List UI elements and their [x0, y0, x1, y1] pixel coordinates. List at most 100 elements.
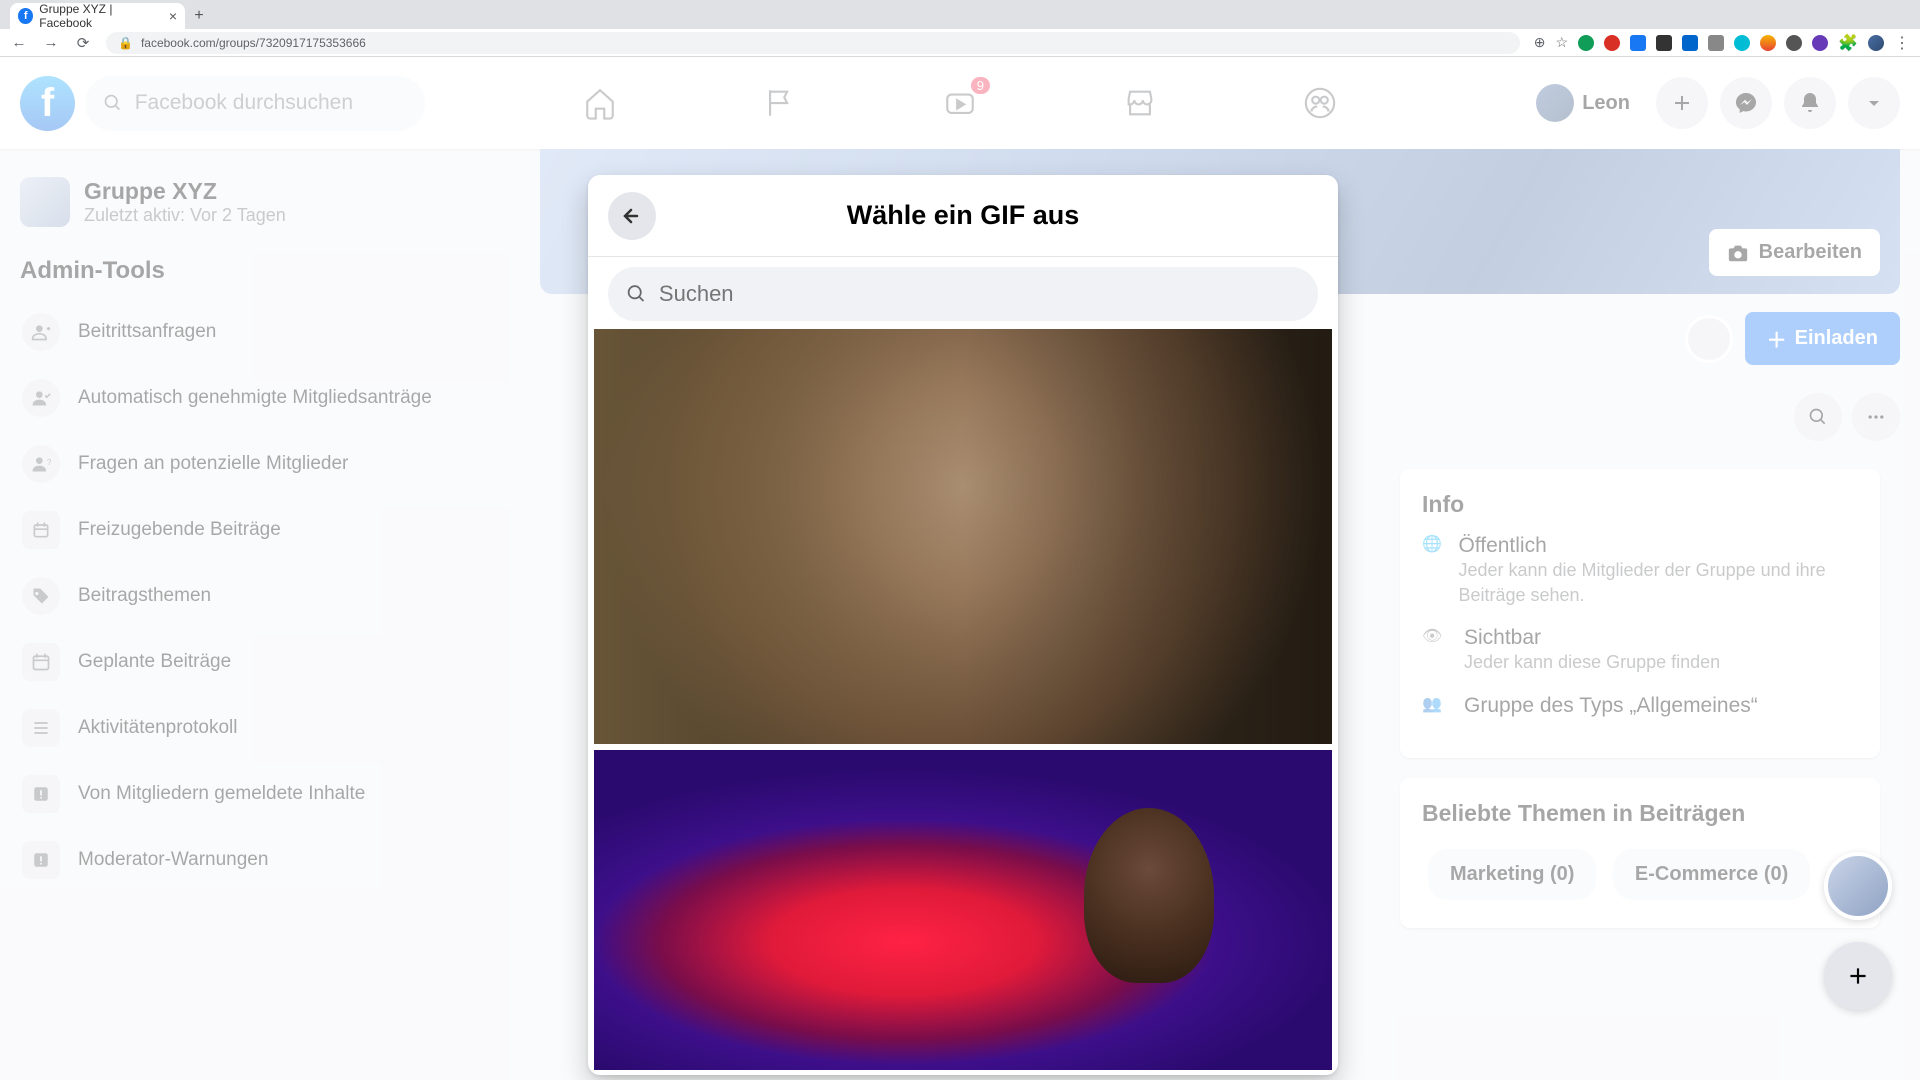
chevron-down-icon	[1862, 91, 1886, 115]
new-tab-button[interactable]: +	[185, 3, 213, 29]
topics-heading: Beliebte Themen in Beiträgen	[1422, 800, 1858, 827]
nav-groups[interactable]	[1235, 67, 1405, 139]
info-card: Info 🌐 Öffentlich Jeder kann die Mitglie…	[1400, 469, 1880, 758]
modal-search-wrap	[588, 257, 1338, 329]
sidebar-item-topics[interactable]: Beitragsthemen	[12, 563, 508, 629]
ext-icon[interactable]	[1578, 35, 1594, 51]
account-button[interactable]	[1848, 77, 1900, 129]
nav-pages[interactable]	[695, 67, 865, 139]
groups-icon	[1303, 86, 1337, 120]
fb-search[interactable]	[85, 76, 425, 131]
messenger-icon	[1734, 91, 1758, 115]
gif-search-input[interactable]	[659, 281, 1300, 307]
group-name: Gruppe XYZ	[84, 178, 286, 205]
invite-button[interactable]: ＋ Einladen	[1745, 312, 1900, 365]
bell-icon	[1798, 91, 1822, 115]
create-button[interactable]	[1656, 77, 1708, 129]
ext-icon[interactable]	[1786, 35, 1802, 51]
browser-tab[interactable]: f Gruppe XYZ | Facebook ×	[10, 3, 185, 29]
star-icon[interactable]: ☆	[1556, 34, 1569, 51]
sidebar-item-label: Geplante Beiträge	[78, 651, 231, 673]
modal-title: Wähle ein GIF aus	[847, 200, 1080, 231]
gif-list[interactable]	[588, 329, 1338, 1075]
reload-icon[interactable]: ⟳	[74, 34, 92, 52]
center-nav: 9	[515, 67, 1405, 139]
avatar-icon	[1536, 84, 1574, 122]
back-icon[interactable]: ←	[10, 34, 28, 51]
info-visible: 👁 Sichtbar Jeder kann diese Gruppe finde…	[1422, 626, 1858, 675]
info-sub: Jeder kann diese Gruppe finden	[1464, 650, 1720, 675]
ext-icon[interactable]	[1682, 35, 1698, 51]
nav-watch[interactable]: 9	[875, 67, 1045, 139]
search-posts-button[interactable]	[1794, 393, 1842, 441]
profile-icon[interactable]	[1868, 35, 1884, 51]
sidebar-item-auto-approved[interactable]: Automatisch genehmigte Mitgliedsanträge	[12, 365, 508, 431]
ext-icon[interactable]	[1656, 35, 1672, 51]
ext-icon[interactable]	[1734, 35, 1750, 51]
close-tab-icon[interactable]: ×	[169, 8, 177, 24]
sidebar-item-activity[interactable]: Aktivitätenprotokoll	[12, 695, 508, 761]
sidebar-item-label: Von Mitgliedern gemeldete Inhalte	[78, 783, 365, 805]
fb-logo-icon[interactable]: f	[20, 76, 75, 131]
right-nav: Leon	[1530, 77, 1900, 129]
left-sidebar: Gruppe XYZ Zuletzt aktiv: Vor 2 Tagen Ad…	[0, 149, 520, 1080]
member-avatar-icon	[1685, 315, 1733, 363]
url-field[interactable]: 🔒 facebook.com/groups/7320917175353666	[106, 32, 1520, 54]
people-icon: 👥	[1422, 694, 1450, 718]
pending-icon	[22, 511, 60, 549]
info-title: Gruppe des Typs „Allgemeines“	[1464, 694, 1758, 718]
sidebar-item-warnings[interactable]: Moderator-Warnungen	[12, 827, 508, 893]
home-icon	[583, 86, 617, 120]
topic-chip[interactable]: Marketing (0)	[1428, 849, 1596, 900]
sidebar-item-scheduled[interactable]: Geplante Beiträge	[12, 629, 508, 695]
puzzle-icon[interactable]: 🧩	[1838, 33, 1858, 53]
ext-icon[interactable]	[1708, 35, 1724, 51]
edit-cover-button[interactable]: Bearbeiten	[1709, 229, 1880, 276]
sidebar-item-questions[interactable]: ? Fragen an potenzielle Mitglieder	[12, 431, 508, 497]
gif-result[interactable]	[594, 329, 1332, 744]
arrow-left-icon	[620, 204, 644, 228]
tab-title: Gruppe XYZ | Facebook	[39, 2, 163, 30]
forward-icon[interactable]: →	[42, 34, 60, 51]
ext-icon[interactable]	[1630, 35, 1646, 51]
sidebar-item-label: Beitrittsanfragen	[78, 321, 216, 343]
ext-icon[interactable]	[1812, 35, 1828, 51]
gif-search[interactable]	[608, 267, 1318, 321]
flag-icon	[763, 86, 797, 120]
profile-chip[interactable]: Leon	[1530, 80, 1644, 126]
info-sub: Jeder kann die Mitglieder der Gruppe und…	[1458, 558, 1858, 608]
plus-icon	[1670, 91, 1694, 115]
lock-icon: 🔒	[118, 36, 133, 50]
tag-icon	[22, 577, 60, 615]
fb-search-input[interactable]	[135, 91, 407, 115]
question-icon: ?	[22, 445, 60, 483]
nav-marketplace[interactable]	[1055, 67, 1225, 139]
gif-picker-modal: Wähle ein GIF aus	[588, 175, 1338, 1075]
gif-result[interactable]	[594, 750, 1332, 1070]
svg-text:?: ?	[47, 457, 51, 467]
sidebar-item-pending[interactable]: Freizugebende Beiträge	[12, 497, 508, 563]
sidebar-item-reported[interactable]: Von Mitgliedern gemeldete Inhalte	[12, 761, 508, 827]
alert-icon	[22, 775, 60, 813]
search-icon	[626, 283, 647, 305]
messenger-button[interactable]	[1720, 77, 1772, 129]
info-title: Öffentlich	[1458, 534, 1858, 558]
more-options-button[interactable]	[1852, 393, 1900, 441]
messenger-chat-head[interactable]	[1824, 852, 1892, 920]
notifications-button[interactable]	[1784, 77, 1836, 129]
ext-icon[interactable]	[1604, 35, 1620, 51]
nav-home[interactable]	[515, 67, 685, 139]
sidebar-item-requests[interactable]: Beitrittsanfragen	[12, 299, 508, 365]
ext-icon[interactable]	[1760, 35, 1776, 51]
back-button[interactable]	[608, 192, 656, 240]
sidebar-item-label: Beitragsthemen	[78, 585, 211, 607]
group-header[interactable]: Gruppe XYZ Zuletzt aktiv: Vor 2 Tagen	[12, 169, 508, 235]
group-thumb-icon	[20, 177, 70, 227]
zoom-icon[interactable]: ⊕	[1534, 34, 1546, 51]
new-message-button[interactable]	[1824, 942, 1892, 1010]
topic-chip[interactable]: E-Commerce (0)	[1613, 849, 1810, 900]
warning-icon	[22, 841, 60, 879]
edit-icon	[1845, 963, 1871, 989]
menu-icon[interactable]: ⋮	[1894, 33, 1910, 53]
url-text: facebook.com/groups/7320917175353666	[141, 36, 366, 50]
